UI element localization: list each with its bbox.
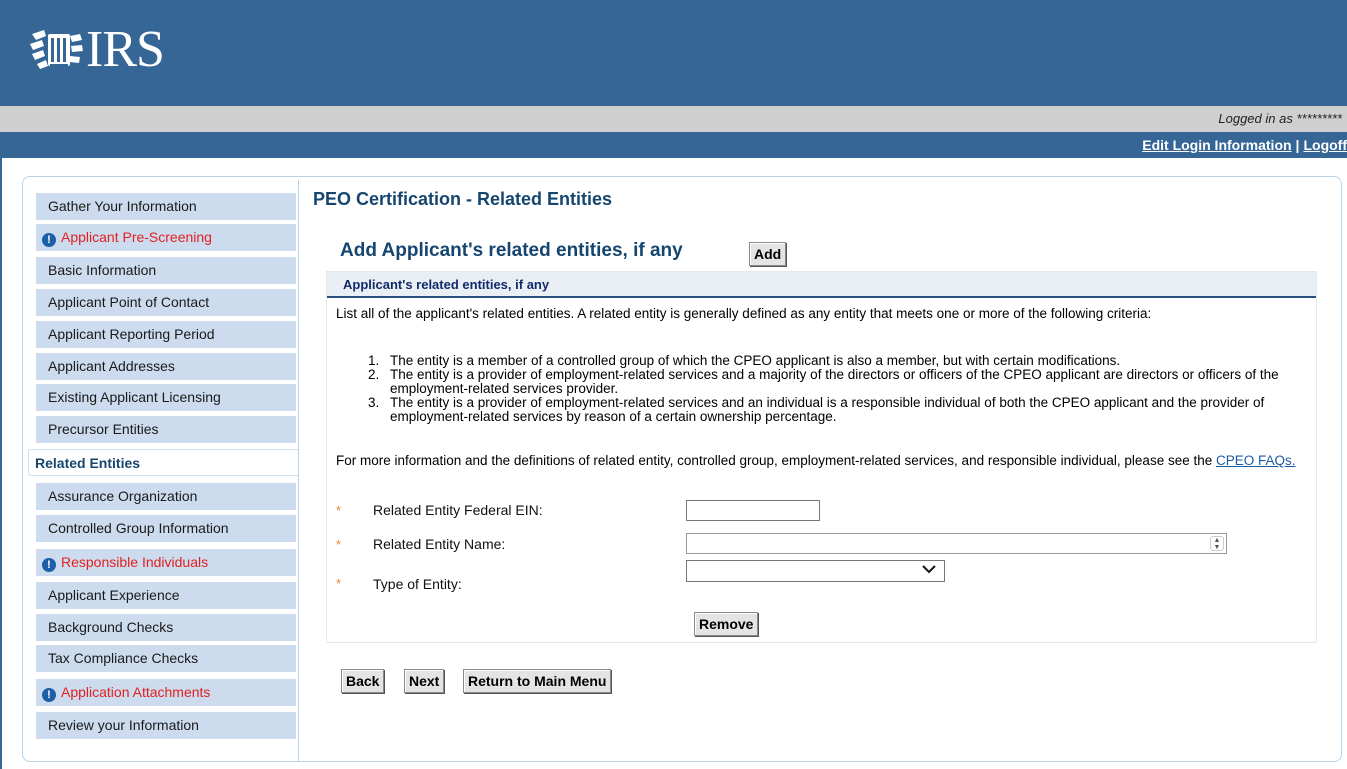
entity-name-input[interactable]: ▲ ▼ [686,533,1227,554]
nav-item-label: Applicant Reporting Period [48,326,215,342]
logged-in-status: Logged in as ********* [1218,111,1342,126]
entity-name-label: Related Entity Name: [373,536,506,552]
return-to-main-menu-button[interactable]: Return to Main Menu [463,669,612,693]
criteria-item: 1. The entity is a member of a controlled… [368,354,1308,368]
nav-item-label: Assurance Organization [48,488,198,504]
link-separator: | [1295,137,1300,153]
info-circle-icon: ! [42,558,56,572]
nav-item-responsible-individuals[interactable]: ! Responsible Individuals [36,549,296,576]
logoff-link[interactable]: Logoff [1303,137,1347,153]
criteria-item: 2. The entity is a provider of employment… [368,368,1308,396]
add-section-heading: Add Applicant's related entities, if any [340,240,683,261]
nav-item-applicant-pre-screening[interactable]: ! Applicant Pre-Screening [36,224,296,251]
nav-item-existing-applicant-licensing[interactable]: Existing Applicant Licensing [36,384,296,411]
nav-item-tax-compliance-checks[interactable]: Tax Compliance Checks [36,645,296,672]
nav-item-applicant-point-of-contact[interactable]: Applicant Point of Contact [36,289,296,316]
criteria-number: 3. [368,395,380,410]
ein-input[interactable] [686,500,820,521]
spinner-icon[interactable]: ▲ ▼ [1210,536,1224,551]
nav-item-applicant-reporting-period[interactable]: Applicant Reporting Period [36,321,296,348]
back-button[interactable]: Back [341,669,385,693]
nav-item-precursor-entities[interactable]: Precursor Entities [36,416,296,443]
nav-item-label: Precursor Entities [48,421,159,437]
more-info-text: For more information and the definitions… [336,454,1316,468]
nav-item-label: Controlled Group Information [48,520,229,536]
nav-item-label: Existing Applicant Licensing [48,389,221,405]
page-left-edge [0,158,2,769]
nav-item-label: Tax Compliance Checks [48,650,199,666]
remove-button[interactable]: Remove [694,612,759,636]
nav-item-assurance-organization[interactable]: Assurance Organization [36,483,296,510]
next-button[interactable]: Next [404,669,445,693]
section-title: Applicant's related entities, if any [343,277,550,292]
nav-item-applicant-experience[interactable]: Applicant Experience [36,582,296,609]
required-marker: * [336,503,342,518]
entity-type-label: Type of Entity: [373,576,462,592]
criteria-item: 3. The entity is a provider of employment… [368,396,1308,424]
nav-item-controlled-group-information[interactable]: Controlled Group Information [36,515,296,542]
nav-item-applicant-addresses[interactable]: Applicant Addresses [36,353,296,380]
account-links: Edit Login Information | Logoff [1142,137,1347,153]
account-links-bar: Edit Login Information | Logoff [0,132,1347,158]
nav-item-background-checks[interactable]: Background Checks [36,614,296,641]
more-info-body: For more information and the definitions… [336,453,1213,468]
chevron-down-icon [922,565,936,574]
nav-item-review-your-information[interactable]: Review your Information [36,712,296,739]
nav-item-related-entities[interactable]: Related Entities [28,449,298,476]
nav-item-label: Application Attachments [61,684,211,700]
entity-type-select[interactable] [686,560,945,582]
nav-item-gather-your-information[interactable]: Gather Your Information [36,193,296,220]
intro-text: List all of the applicant's related enti… [336,306,1152,321]
cpeo-faqs-link[interactable]: CPEO FAQs. [1216,453,1296,468]
add-button[interactable]: Add [749,242,787,266]
login-bar: Logged in as ********* [0,106,1347,132]
info-circle-icon: ! [42,688,56,702]
nav-item-label: Applicant Addresses [48,358,175,374]
criteria-list: 1. The entity is a member of a controlled… [368,354,1308,424]
logo-text: IRS [86,21,165,78]
criteria-text: The entity is a provider of employment-r… [390,395,1265,424]
nav-item-label: Applicant Experience [48,587,180,603]
nav-divider [298,180,299,762]
site-header: IRS [0,0,1347,106]
page-title: PEO Certification - Related Entities [313,189,613,209]
nav-item-application-attachments[interactable]: ! Application Attachments [36,679,296,706]
nav-item-label: Responsible Individuals [61,554,209,570]
criteria-number: 1. [368,353,380,368]
criteria-text: The entity is a provider of employment-r… [390,367,1279,396]
irs-eagle-logo-icon [30,30,83,69]
nav-item-label: Related Entities [35,455,141,471]
irs-logo[interactable]: IRS [28,20,165,80]
edit-login-link[interactable]: Edit Login Information [1142,137,1291,153]
nav-item-label: Basic Information [48,262,157,278]
required-marker: * [336,576,342,591]
nav-item-label: Review your Information [48,717,199,733]
nav-item-basic-information[interactable]: Basic Information [36,257,296,284]
nav-item-label: Background Checks [48,619,174,635]
nav-item-label: Applicant Pre-Screening [61,229,212,245]
criteria-number: 2. [368,367,380,382]
nav-item-label: Gather Your Information [48,198,197,214]
section-header: Applicant's related entities, if any [327,272,1316,298]
info-circle-icon: ! [42,233,56,247]
ein-label: Related Entity Federal EIN: [373,502,543,518]
nav-item-label: Applicant Point of Contact [48,294,210,310]
criteria-text: The entity is a member of a controlled g… [390,353,1121,368]
required-marker: * [336,537,342,552]
